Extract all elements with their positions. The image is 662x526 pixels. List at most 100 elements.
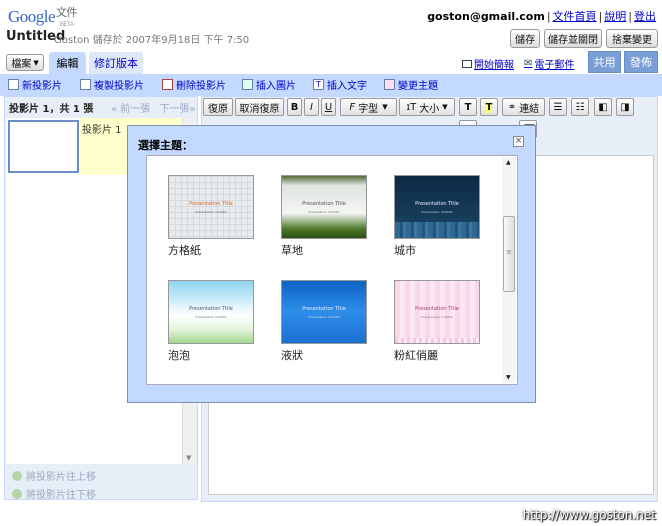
save-button[interactable]: 儲存 [510,29,540,48]
theme-name: 泡泡 [168,349,190,362]
discard-changes-button[interactable]: 捨棄變更 [606,29,658,48]
change-theme-action[interactable]: 變更主題 [384,77,438,92]
scroll-down-icon: ▼ [506,374,511,381]
duplicate-slide-label: 複製投影片 [94,81,144,92]
theme-bubbles[interactable]: Presentation Title Presentation Subtitle… [168,280,254,363]
new-slide-action[interactable]: 新投影片 [8,77,62,92]
slide-count: 投影片 1，共 1 張 [9,104,94,115]
logo-product: 文件 [56,7,78,19]
pink-border-decoration [395,338,479,343]
redo-button[interactable]: 取消復原 [235,98,284,116]
indent-icon: ◨ [620,101,630,113]
image-icon [242,79,253,90]
preview-subtitle: Presentation Subtitle [308,210,340,214]
preview-subtitle: Presentation Subtitle [421,210,453,214]
email-link[interactable]: ✉ 電子郵件 [524,56,574,71]
sign-out-link[interactable]: 登出 [634,10,656,23]
move-up-icon [12,470,22,481]
theme-liquid[interactable]: Presentation Title Presentation Subtitle… [281,280,367,363]
docs-home-link[interactable]: 文件首頁 [553,10,597,23]
scroll-up-icon: ▲ [506,159,511,166]
move-down-label: 將投影片往下移 [26,490,96,501]
indent-button[interactable]: ◨ [616,98,634,116]
highlight-color-button[interactable]: T [480,98,498,116]
publish-button[interactable]: 發佈 [624,51,658,73]
duplicate-slide-icon [80,79,91,90]
presentation-icon [462,59,472,68]
move-down-icon [12,488,22,499]
insert-text-label: 插入文字 [327,81,367,92]
link-icon: ⚭ [507,101,517,113]
numbered-list-icon: ☰ [553,101,563,113]
underline-button[interactable]: U [321,98,336,116]
theme-pink[interactable]: Presentation Title Presentation Subtitle… [394,280,480,363]
theme-grass-preview: Presentation Title Presentation Subtitle [281,175,367,239]
preview-title: Presentation Title [302,201,346,207]
theme-pink-preview: Presentation Title Presentation Subtitle [394,280,480,344]
slide-label[interactable]: 投影片 1 [82,121,122,136]
undo-button[interactable]: 復原 [203,98,233,116]
share-button[interactable]: 共用 [588,51,621,73]
user-links: goston@gmail.com | 文件首頁 | 說明 | 登出 [427,10,656,23]
email-label: 電子郵件 [534,60,575,71]
tab-edit[interactable]: 編輯 [49,52,86,74]
bullet-list-icon: ☷ [575,101,585,113]
prev-slide-link[interactable]: « 前一張 [111,104,150,115]
preview-title: Presentation Title [302,306,346,312]
start-presentation-label: 開始簡報 [474,60,514,71]
delete-slide-action[interactable]: 刪除投影片 [162,77,226,92]
insert-image-label: 插入圖片 [256,81,296,92]
theme-name: 液狀 [281,349,303,362]
preview-subtitle: Presentation Subtitle [421,315,453,319]
preview-subtitle: Presentation Subtitle [195,315,227,319]
scrollbar-thumb[interactable]: ≡ [503,216,515,292]
font-dropdown[interactable]: F 字型 ▼ [340,98,397,116]
theme-name: 粉紅俏麗 [394,349,438,362]
preview-title: Presentation Title [189,201,233,207]
bullet-list-button[interactable]: ☷ [571,98,589,116]
theme-icon [384,79,395,90]
help-link[interactable]: 說明 [604,10,626,23]
text-color-button[interactable]: T [459,98,477,116]
theme-city-preview: Presentation Title Presentation Subtitle [394,175,480,239]
next-slide-link[interactable]: 下一張» [159,104,195,115]
slide-navigation: « 前一張 下一張» [111,100,196,115]
user-email: goston@gmail.com [427,10,545,23]
theme-name: 方格紙 [168,244,201,257]
outdent-button[interactable]: ◧ [594,98,612,116]
slide-thumbnail[interactable] [8,120,79,173]
font-icon: F [349,101,356,113]
preview-title: Presentation Title [415,306,459,312]
theme-city[interactable]: Presentation Title Presentation Subtitle… [394,175,480,258]
google-docs-logo[interactable]: Google文件 BETA [8,4,78,28]
scroll-down-icon: ▼ [186,454,192,462]
bold-button[interactable]: B [287,98,302,116]
chevron-down-icon: ▼ [382,103,388,111]
file-menu[interactable]: 檔案 ▼ [6,54,44,71]
theme-bubbles-preview: Presentation Title Presentation Subtitle [168,280,254,344]
insert-image-action[interactable]: 插入圖片 [242,77,296,92]
size-dropdown[interactable]: ɪT 大小 ▼ [399,98,455,116]
logo-beta: BETA [60,22,74,28]
link-button[interactable]: ⚭ 連結 [502,98,545,116]
theme-grass[interactable]: Presentation Title Presentation Subtitle… [281,175,367,258]
link-label: 連結 [519,103,540,115]
skyline-decoration [395,222,479,238]
tab-revisions[interactable]: 修訂版本 [89,52,143,74]
start-presentation-link[interactable]: 開始簡報 [462,56,514,71]
theme-name: 城市 [394,244,416,257]
move-slide-down-link[interactable]: 將投影片往下移 [12,486,96,501]
close-icon[interactable]: × [513,136,524,147]
outdent-icon: ◧ [598,101,608,113]
save-close-button[interactable]: 儲存並關閉 [544,29,602,48]
insert-text-action[interactable]: T 插入文字 [313,77,367,92]
numbered-list-button[interactable]: ☰ [549,98,567,116]
preview-title: Presentation Title [415,201,459,207]
duplicate-slide-action[interactable]: 複製投影片 [80,77,144,92]
logo-text: Google [8,7,56,26]
theme-graph-paper-preview: Presentation Title Presentation Subtitle [168,175,254,239]
italic-button[interactable]: I [304,98,319,116]
move-slide-up-link[interactable]: 將投影片往上移 [12,468,96,483]
theme-graph-paper[interactable]: Presentation Title Presentation Subtitle… [168,175,254,258]
new-slide-icon [8,79,19,90]
